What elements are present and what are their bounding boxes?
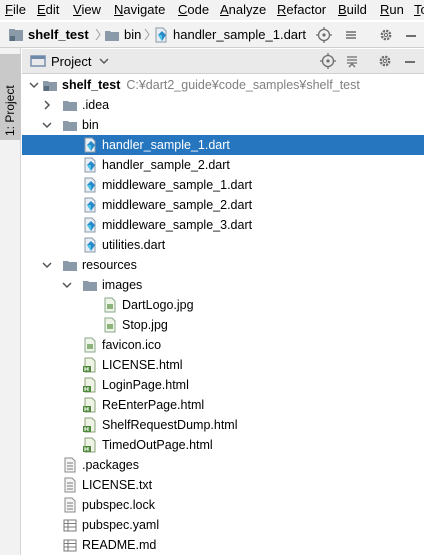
navigation-bar: shelf_test bin handler_sample_1.dart: [0, 22, 424, 48]
tree-item-favicon[interactable]: favicon.ico: [22, 335, 424, 355]
dart-file-icon: [84, 157, 96, 173]
tree-item-pubspec-lock[interactable]: pubspec.lock: [22, 495, 424, 515]
tree-item-handler-sample-2[interactable]: handler_sample_2.dart: [22, 155, 424, 175]
menu-refactor[interactable]: Refactor: [277, 2, 326, 18]
menu-tools[interactable]: Tools: [414, 2, 424, 18]
image-file-icon: [104, 297, 116, 313]
text-file-icon: [64, 457, 76, 473]
collapse-all-icon[interactable]: [344, 53, 360, 69]
tree-item-middleware-sample-3[interactable]: middleware_sample_3.dart: [22, 215, 424, 235]
dart-file-icon: [84, 237, 96, 253]
view-selector-label: Project: [51, 53, 92, 69]
tree-item-loginpage[interactable]: LoginPage.html: [22, 375, 424, 395]
menu-analyze[interactable]: Analyze: [220, 2, 266, 18]
breadcrumb-separator-icon: [144, 29, 150, 40]
minimize-icon[interactable]: [402, 53, 418, 69]
tree-item-idea[interactable]: .idea: [22, 95, 424, 115]
target-icon[interactable]: [320, 53, 336, 69]
root-path: C:¥dart2_guide¥code_samples¥shelf_test: [126, 78, 360, 92]
folder-icon: [63, 261, 77, 271]
html-file-icon: [83, 397, 96, 413]
tree-root[interactable]: shelf_test C:¥dart2_guide¥code_samples¥sh…: [22, 75, 424, 95]
project-tree: shelf_test C:¥dart2_guide¥code_samples¥sh…: [22, 74, 424, 555]
tree-item-utilities[interactable]: utilities.dart: [22, 235, 424, 255]
view-selector[interactable]: Project: [30, 53, 109, 69]
menu-view[interactable]: View: [73, 2, 101, 18]
folder-icon: [105, 31, 119, 41]
markdown-file-icon: [63, 539, 77, 552]
chevron-down-icon[interactable]: [29, 80, 39, 90]
chevron-down-icon: [99, 58, 109, 64]
tree-item-license-txt[interactable]: LICENSE.txt: [22, 475, 424, 495]
root-name: shelf_test: [62, 78, 121, 92]
menu-navigate[interactable]: Navigate: [114, 2, 165, 18]
minimize-icon[interactable]: [403, 27, 419, 43]
folder-icon: [63, 101, 77, 111]
text-file-icon: [64, 497, 76, 513]
breadcrumb-file[interactable]: handler_sample_1.dart: [153, 27, 306, 43]
project-tool-tab-label: 1: Project: [3, 85, 17, 136]
project-view-icon: [30, 55, 46, 67]
menu-bar: File Edit View Navigate Code Analyze Ref…: [0, 0, 424, 20]
tree-item-packages[interactable]: .packages: [22, 455, 424, 475]
menu-edit[interactable]: Edit: [37, 2, 59, 18]
breadcrumb-separator-icon: [95, 29, 101, 40]
text-file-icon: [64, 477, 76, 493]
dart-file-icon: [84, 217, 96, 233]
tree-item-reenterpage[interactable]: ReEnterPage.html: [22, 395, 424, 415]
html-file-icon: [83, 377, 96, 393]
tree-item-stop[interactable]: Stop.jpg: [22, 315, 424, 335]
menu-file[interactable]: File: [5, 2, 26, 18]
tree-item-middleware-sample-2[interactable]: middleware_sample_2.dart: [22, 195, 424, 215]
menu-build[interactable]: Build: [338, 2, 367, 18]
image-file-icon: [104, 317, 116, 333]
breadcrumb-project[interactable]: shelf_test: [8, 27, 89, 43]
dart-file-icon: [84, 137, 96, 153]
chevron-down-icon[interactable]: [42, 260, 52, 270]
tree-item-resources[interactable]: resources: [22, 255, 424, 275]
tree-item-license-html[interactable]: LICENSE.html: [22, 355, 424, 375]
tree-item-shelfrequestdump[interactable]: ShelfRequestDump.html: [22, 415, 424, 435]
tree-item-timedoutpage[interactable]: TimedOutPage.html: [22, 435, 424, 455]
project-folder-icon: [9, 29, 23, 41]
tree-item-bin[interactable]: bin: [22, 115, 424, 135]
html-file-icon: [83, 417, 96, 433]
dart-file-icon: [84, 197, 96, 213]
menu-run[interactable]: Run: [380, 2, 404, 18]
tree-item-handler-sample-1[interactable]: handler_sample_1.dart: [22, 135, 424, 155]
gear-icon[interactable]: [378, 27, 394, 43]
yaml-file-icon: [63, 519, 77, 532]
chevron-right-icon[interactable]: [42, 100, 52, 110]
html-file-icon: [83, 357, 96, 373]
folder-icon: [83, 281, 97, 291]
collapse-all-icon[interactable]: [343, 27, 359, 43]
chevron-down-icon[interactable]: [42, 120, 52, 130]
gear-icon[interactable]: [377, 53, 393, 69]
dart-file-icon: [155, 27, 167, 43]
tree-item-images[interactable]: images: [22, 275, 424, 295]
breadcrumb-bin[interactable]: bin: [104, 27, 141, 43]
project-panel-header: Project: [22, 49, 424, 74]
tree-item-dartlogo[interactable]: DartLogo.jpg: [22, 295, 424, 315]
tool-window-strip: 1: Project: [0, 48, 21, 555]
menu-code[interactable]: Code: [178, 2, 209, 18]
dart-file-icon: [84, 177, 96, 193]
project-tool-tab[interactable]: 1: Project: [0, 54, 21, 140]
target-icon[interactable]: [316, 27, 332, 43]
html-file-icon: [83, 437, 96, 453]
tree-item-pubspec-yaml[interactable]: pubspec.yaml: [22, 515, 424, 535]
project-folder-icon: [43, 81, 57, 91]
chevron-down-icon[interactable]: [62, 280, 72, 290]
tree-item-middleware-sample-1[interactable]: middleware_sample_1.dart: [22, 175, 424, 195]
tree-item-readme[interactable]: README.md: [22, 535, 424, 555]
image-file-icon: [84, 337, 96, 353]
folder-icon: [63, 121, 77, 131]
